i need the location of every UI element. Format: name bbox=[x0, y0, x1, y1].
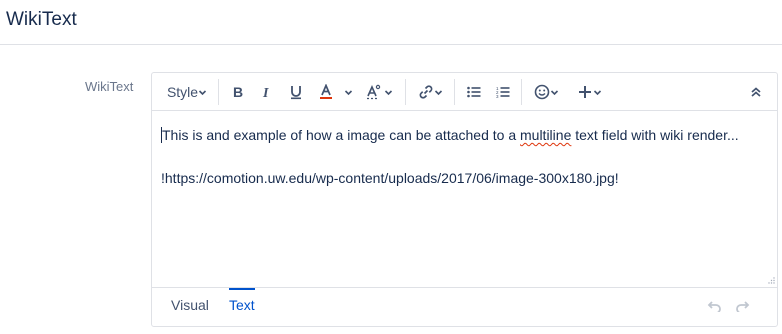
toolbar-divider bbox=[218, 79, 219, 105]
numbered-list-button[interactable]: 123 bbox=[493, 80, 513, 104]
tab-text[interactable]: Text bbox=[229, 288, 255, 313]
misspelled-word: multiline bbox=[520, 127, 572, 143]
chevron-down-icon bbox=[550, 89, 558, 95]
field-label: WikiText bbox=[85, 79, 134, 94]
text-color-dropdown[interactable] bbox=[342, 80, 354, 104]
underline-icon bbox=[291, 86, 301, 100]
style-dropdown-label: Style bbox=[166, 84, 199, 100]
bullet-list-icon bbox=[467, 86, 481, 98]
emoji-button[interactable] bbox=[530, 80, 562, 104]
toolbar-divider bbox=[454, 79, 455, 105]
emoji-icon bbox=[534, 84, 549, 100]
page-title: WikiText bbox=[6, 9, 77, 30]
toolbar-divider bbox=[405, 79, 406, 105]
chevron-down-icon bbox=[198, 89, 207, 95]
bold-button[interactable]: B bbox=[228, 80, 248, 104]
undo-icon[interactable] bbox=[706, 300, 722, 312]
italic-button[interactable]: I bbox=[257, 80, 277, 104]
chevron-down-icon bbox=[344, 89, 352, 95]
underline-button[interactable] bbox=[286, 80, 306, 104]
insert-button[interactable] bbox=[573, 80, 605, 104]
tab-visual[interactable]: Visual bbox=[171, 297, 209, 313]
chevron-down-icon bbox=[384, 89, 392, 95]
chevron-down-icon bbox=[434, 89, 442, 95]
link-icon bbox=[419, 85, 432, 99]
editor-toolbar: Style B I 1 2 3 bbox=[152, 73, 777, 111]
bold-icon: B bbox=[233, 85, 243, 99]
bullet-list-button[interactable] bbox=[464, 80, 484, 104]
editor-footer: Visual Text bbox=[152, 287, 777, 327]
plus-icon bbox=[578, 86, 591, 98]
style-dropdown[interactable]: Style bbox=[163, 80, 211, 104]
double-chevron-up-icon bbox=[751, 87, 761, 97]
redo-icon[interactable] bbox=[735, 300, 751, 312]
toolbar-divider bbox=[521, 79, 522, 105]
numbered-list-icon: 123 bbox=[496, 86, 510, 98]
chevron-down-icon bbox=[593, 89, 601, 95]
content-line-2: !https://comotion.uw.edu/wp-content/uplo… bbox=[161, 170, 619, 186]
svg-text:B: B bbox=[233, 85, 243, 99]
svg-text:I: I bbox=[262, 86, 269, 99]
text-effects-button[interactable] bbox=[363, 80, 395, 104]
italic-icon: I bbox=[262, 86, 269, 99]
text-color-button[interactable] bbox=[316, 80, 336, 104]
resize-handle-icon[interactable] bbox=[768, 277, 775, 284]
content-text: This is and example of how a image can b… bbox=[162, 127, 520, 143]
page-header: WikiText bbox=[0, 0, 782, 45]
text-effects-icon bbox=[366, 84, 380, 100]
text-color-icon bbox=[320, 84, 332, 99]
editor-text-area[interactable]: This is and example of how a image can b… bbox=[161, 126, 771, 187]
wiki-text-editor: Style B I 1 2 3 This is and example of h… bbox=[151, 72, 778, 327]
content-text: text field with wiki render... bbox=[571, 127, 739, 143]
collapse-toolbar-button[interactable] bbox=[748, 80, 764, 104]
content-line-1: This is and example of how a image can b… bbox=[161, 126, 771, 144]
svg-text:3: 3 bbox=[496, 94, 499, 98]
link-button[interactable] bbox=[414, 80, 446, 104]
